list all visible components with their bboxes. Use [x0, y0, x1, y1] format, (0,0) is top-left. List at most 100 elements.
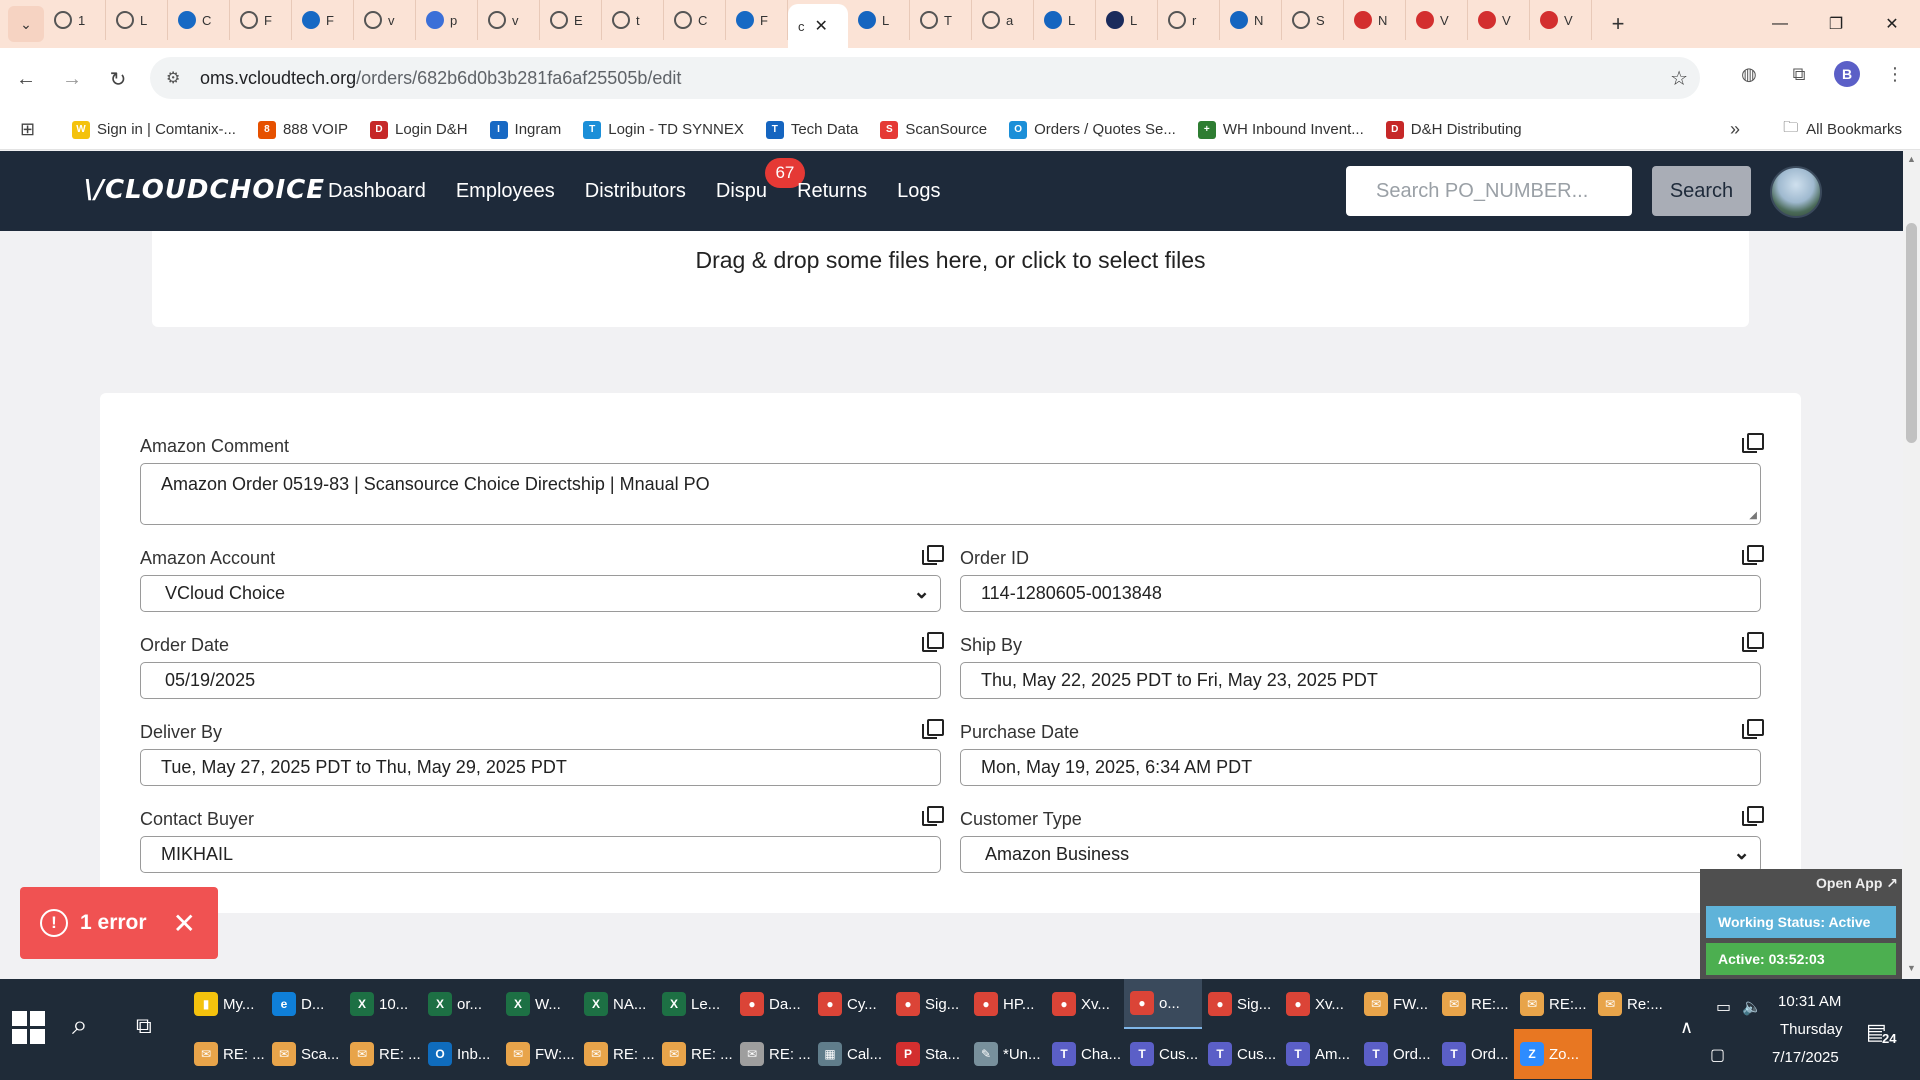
taskbar-app-button[interactable]: T Ord...	[1358, 1029, 1436, 1079]
close-icon[interactable]: ✕	[173, 907, 196, 940]
bookmark-item[interactable]: S ScanSource	[880, 120, 987, 139]
taskbar-app-button[interactable]: X W...	[500, 979, 578, 1029]
amazon-account-select[interactable]: VCloud Choice	[140, 575, 941, 612]
taskbar-app-button[interactable]: ● Xv...	[1280, 979, 1358, 1029]
purchase-date-field[interactable]: Mon, May 19, 2025, 6:34 AM PDT	[960, 749, 1761, 786]
restore-icon[interactable]: ❐	[1808, 0, 1864, 48]
taskbar-app-button[interactable]: ✉ RE: ...	[734, 1029, 812, 1079]
browser-tab[interactable]: 1	[44, 0, 106, 40]
browser-tab[interactable]: N	[1220, 0, 1282, 40]
minimize-icon[interactable]: —	[1752, 0, 1808, 48]
bookmark-item[interactable]: I Ingram	[489, 120, 561, 139]
browser-tab[interactable]: r	[1158, 0, 1220, 40]
open-app-link[interactable]: Open App ↗	[1816, 875, 1898, 892]
nav-logs[interactable]: Logs	[897, 180, 940, 203]
bookmark-item[interactable]: T Login - TD SYNNEX	[583, 120, 744, 139]
resize-grip-icon[interactable]: ◢	[1749, 510, 1757, 521]
browser-tab[interactable]: S	[1282, 0, 1344, 40]
taskbar-app-button[interactable]: ✉ Re:...	[1592, 979, 1670, 1029]
browser-tab[interactable]: F	[230, 0, 292, 40]
task-view-icon[interactable]: ⧉	[136, 1013, 152, 1039]
error-toast[interactable]: ! 1 error ✕	[20, 887, 218, 959]
deliver-by-field[interactable]: Tue, May 27, 2025 PDT to Thu, May 29, 20…	[140, 749, 941, 786]
contact-buyer-field[interactable]: MIKHAIL	[140, 836, 941, 873]
copy-icon[interactable]	[1742, 433, 1764, 453]
back-icon[interactable]: ←	[6, 59, 46, 99]
taskbar-app-button[interactable]: ✉ RE: ...	[344, 1029, 422, 1079]
reload-icon[interactable]: ↻	[98, 59, 138, 99]
browser-tab[interactable]: t	[602, 0, 664, 40]
bookmark-item[interactable]: D D&H Distributing	[1385, 120, 1522, 139]
copy-icon[interactable]	[922, 632, 944, 652]
forward-icon[interactable]: →	[52, 59, 92, 99]
taskbar-app-button[interactable]: ✉ RE:...	[1514, 979, 1592, 1029]
order-date-field[interactable]: 05/19/2025	[140, 662, 941, 699]
amazon-comment-textarea[interactable]: Amazon Order 0519-83 | Scansource Choice…	[140, 463, 1761, 525]
user-avatar[interactable]	[1770, 166, 1822, 218]
bookmark-item[interactable]: D Login D&H	[370, 120, 468, 139]
browser-tab[interactable]: v	[478, 0, 540, 40]
nav-dashboard[interactable]: Dashboard	[328, 180, 426, 203]
browser-tab[interactable]: L	[848, 0, 910, 40]
all-bookmarks-button[interactable]: 🗀 All Bookmarks	[1783, 117, 1902, 142]
taskbar-app-button[interactable]: ▦ Cal...	[812, 1029, 890, 1079]
copy-icon[interactable]	[1742, 545, 1764, 565]
windows-start-icon[interactable]	[12, 1011, 48, 1047]
browser-tab[interactable]: N	[1344, 0, 1406, 40]
taskbar-app-button[interactable]: ● Cy...	[812, 979, 890, 1029]
taskbar-app-button[interactable]: T Cus...	[1202, 1029, 1280, 1079]
file-dropzone[interactable]: Drag & drop some files here, or click to…	[152, 231, 1749, 327]
profile-avatar[interactable]: B	[1834, 61, 1860, 87]
scroll-down-icon[interactable]: ▼	[1903, 960, 1920, 977]
copy-icon[interactable]	[1742, 719, 1764, 739]
bookmark-item[interactable]: + WH Inbound Invent...	[1197, 120, 1364, 139]
bookmark-item[interactable]: T Tech Data	[765, 120, 858, 139]
browser-tab[interactable]: L	[1034, 0, 1096, 40]
taskbar-app-button[interactable]: ● Xv...	[1046, 979, 1124, 1029]
page-scrollbar[interactable]: ▲ ▼	[1903, 151, 1920, 977]
extensions-icon[interactable]: ⧉	[1784, 59, 1814, 89]
clock-time[interactable]: 10:31 AM	[1778, 993, 1841, 1010]
copy-icon[interactable]	[1742, 806, 1764, 826]
taskbar-app-button[interactable]: ✉ FW...	[1358, 979, 1436, 1029]
site-info-icon[interactable]: ⚙	[166, 68, 190, 88]
close-tab-icon[interactable]: ✕	[815, 16, 828, 36]
browser-tab[interactable]: C	[168, 0, 230, 40]
browser-tab[interactable]: V	[1530, 0, 1592, 40]
taskbar-app-button[interactable]: ✉ RE: ...	[578, 1029, 656, 1079]
order-id-field[interactable]: 114-1280605-0013848	[960, 575, 1761, 612]
taskbar-app-button[interactable]: T Cus...	[1124, 1029, 1202, 1079]
bookmark-item[interactable]: W Sign in | Comtanix-...	[72, 120, 236, 139]
tray-overflow-icon[interactable]: ∧	[1680, 1017, 1693, 1038]
tab-search-button[interactable]: ⌄	[8, 6, 44, 42]
browser-tab[interactable]: L	[106, 0, 168, 40]
copy-icon[interactable]	[1742, 632, 1764, 652]
browser-tab[interactable]: T	[910, 0, 972, 40]
taskbar-app-button[interactable]: ✎ *Un...	[968, 1029, 1046, 1079]
browser-tab[interactable]: p	[416, 0, 478, 40]
taskbar-app-button[interactable]: P Sta...	[890, 1029, 968, 1079]
browser-tab[interactable]: F	[292, 0, 354, 40]
taskbar-app-button[interactable]: ● Sig...	[890, 979, 968, 1029]
url-bar[interactable]: ⚙ oms.vcloudtech.org/orders/682b6d0b3b28…	[150, 57, 1700, 99]
browser-tab[interactable]: L	[1096, 0, 1158, 40]
taskbar-app-button[interactable]: Xor...	[422, 979, 500, 1029]
taskbar-app-button[interactable]: X 10...	[344, 979, 422, 1029]
new-tab-button[interactable]: +	[1602, 8, 1634, 40]
taskbar-app-button[interactable]: ✉ RE: ...	[656, 1029, 734, 1079]
cloudchoice-logo[interactable]: \/CLOUDCHOICE	[84, 175, 325, 205]
browser-tab[interactable]: E	[540, 0, 602, 40]
taskbar-app-button[interactable]: Z Zo...	[1514, 1029, 1592, 1079]
nav-employees[interactable]: Employees	[456, 180, 555, 203]
taskbar-app-button[interactable]: ✉ RE: ...	[188, 1029, 266, 1079]
copy-icon[interactable]	[922, 806, 944, 826]
scrollbar-thumb[interactable]	[1906, 223, 1917, 443]
po-search-input[interactable]	[1346, 166, 1632, 216]
volume-icon[interactable]: 🔈	[1742, 997, 1762, 1017]
nav-disputes[interactable]: Dispu 67	[716, 157, 805, 203]
search-button[interactable]: Search	[1652, 166, 1751, 216]
taskbar-app-button[interactable]: T Am...	[1280, 1029, 1358, 1079]
browser-tab[interactable]: a	[972, 0, 1034, 40]
bookmark-item[interactable]: O Orders / Quotes Se...	[1009, 120, 1176, 139]
customer-type-select[interactable]: Amazon Business	[960, 836, 1761, 873]
